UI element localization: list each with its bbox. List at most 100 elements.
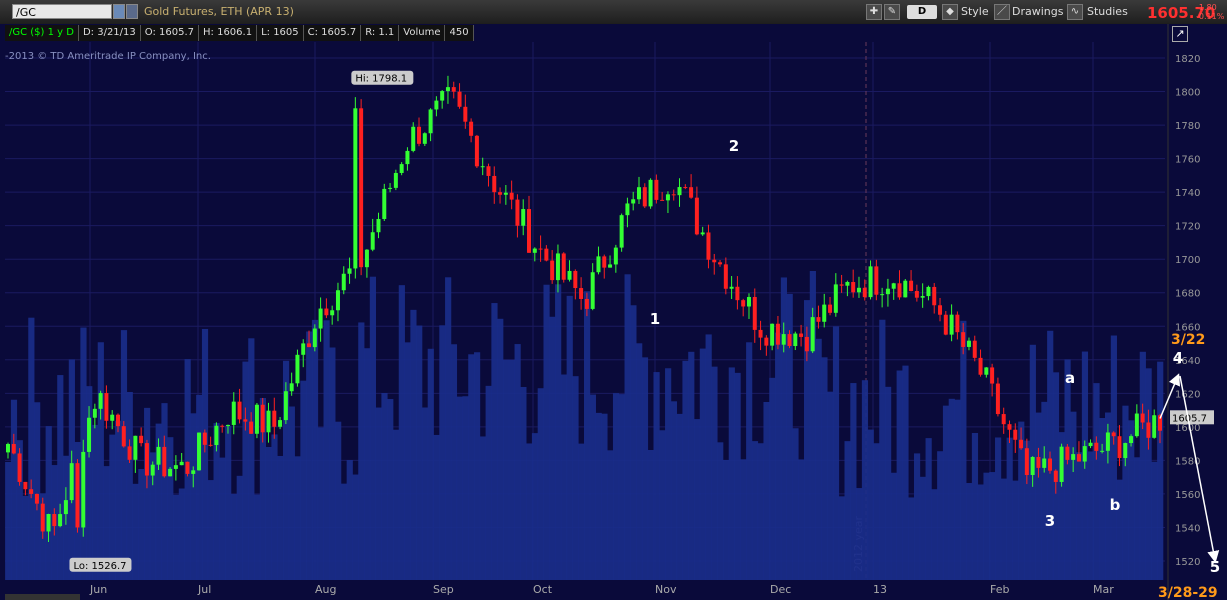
x-tick-label: Jul [197, 583, 211, 596]
volume-bar [908, 497, 915, 580]
candle [480, 166, 485, 168]
candle [139, 435, 144, 444]
volume-bar [491, 303, 498, 580]
volume-bar [937, 451, 944, 580]
volume-bar [364, 348, 371, 580]
candle [249, 421, 254, 434]
wave-label: 4 [1173, 349, 1183, 367]
candle [619, 215, 624, 248]
candle [764, 337, 769, 346]
volume-bar [618, 394, 625, 580]
candle [978, 357, 983, 375]
volume-bar [479, 436, 486, 580]
candle [625, 203, 630, 216]
drawings-icon[interactable]: ／ [994, 4, 1010, 20]
volume-bar [815, 338, 822, 580]
volume-bar [120, 330, 128, 580]
candle [1076, 454, 1081, 462]
draw-tool-icon[interactable]: ↗ [1172, 26, 1188, 42]
volume-bar [688, 351, 695, 580]
symbol-input[interactable]: /GC [12, 4, 112, 19]
candle [729, 286, 734, 289]
volume-bar [1099, 418, 1106, 580]
volume-bar [948, 398, 955, 580]
candle [34, 493, 39, 504]
candle [330, 310, 335, 316]
candle [445, 87, 450, 92]
volume-bar [560, 374, 568, 580]
drawings-button[interactable]: Drawings [1012, 4, 1063, 20]
candle [758, 329, 763, 338]
volume-bar [578, 443, 585, 580]
crosshair-icon[interactable]: ✚ [866, 4, 882, 20]
candle [52, 513, 57, 527]
info-low: L: 1605 [257, 25, 304, 41]
candle [503, 192, 508, 195]
style-button[interactable]: Style [961, 4, 989, 20]
wave-label: b [1110, 496, 1121, 514]
candle [214, 425, 219, 446]
volume-bar [462, 396, 469, 580]
candle [1134, 413, 1139, 437]
volume-bar [497, 318, 504, 580]
candle [498, 192, 503, 195]
symbol-dropdown-icon[interactable] [113, 4, 125, 19]
candle [150, 464, 155, 476]
volume-bar [219, 457, 226, 580]
candle [115, 414, 120, 427]
volume-bar [931, 489, 938, 580]
volume-bar [624, 274, 631, 580]
volume-bar [601, 413, 608, 580]
volume-bar [531, 433, 539, 580]
candle [1024, 448, 1029, 475]
y-tick-label: 1760 [1175, 155, 1200, 166]
volume-bar [832, 326, 840, 580]
volume-bar [369, 276, 376, 580]
volume-bar [485, 385, 492, 580]
candle [990, 367, 995, 384]
y-tick-label: 1680 [1175, 289, 1200, 300]
volume-bar [427, 348, 434, 580]
volume-bar [28, 317, 35, 580]
candle [1117, 436, 1122, 459]
candle [648, 179, 653, 207]
candle [428, 109, 433, 134]
volume-bar [196, 394, 203, 580]
candle [584, 298, 589, 309]
candle [87, 417, 92, 452]
candle [422, 133, 427, 144]
candle [746, 297, 751, 307]
style-icon[interactable]: ◆ [942, 4, 958, 20]
candle [845, 281, 850, 286]
candle [706, 232, 711, 260]
candle [793, 333, 798, 347]
volume-bar [178, 488, 185, 580]
d-button[interactable]: D [907, 5, 937, 19]
volume-bar [398, 285, 405, 580]
candle [58, 514, 63, 527]
candle [1053, 470, 1058, 482]
studies-button[interactable]: Studies [1087, 4, 1128, 20]
candle [880, 294, 885, 296]
volume-bar [502, 359, 510, 580]
volume-bar [1110, 335, 1117, 580]
candle [144, 443, 149, 476]
volume-bar [902, 365, 909, 580]
candle [335, 290, 340, 311]
candle [254, 404, 259, 434]
candle [1094, 442, 1099, 451]
candle [527, 209, 532, 253]
pencil-icon[interactable]: ✎ [884, 4, 900, 20]
price-chart[interactable]: 2012 yearHi: 1798.1Lo: 1526.7JunJulAugSe… [0, 24, 1227, 600]
volume-bar [890, 472, 898, 580]
candle [162, 446, 167, 477]
volume-bar [647, 450, 654, 580]
candle [949, 314, 954, 335]
x-tick-label: Oct [533, 583, 553, 596]
studies-icon[interactable]: ∿ [1067, 4, 1083, 20]
candle [613, 247, 618, 265]
candle [492, 175, 497, 193]
volume-bar [381, 392, 388, 580]
candle [29, 489, 34, 494]
symbol-menu-icon[interactable] [126, 4, 138, 19]
